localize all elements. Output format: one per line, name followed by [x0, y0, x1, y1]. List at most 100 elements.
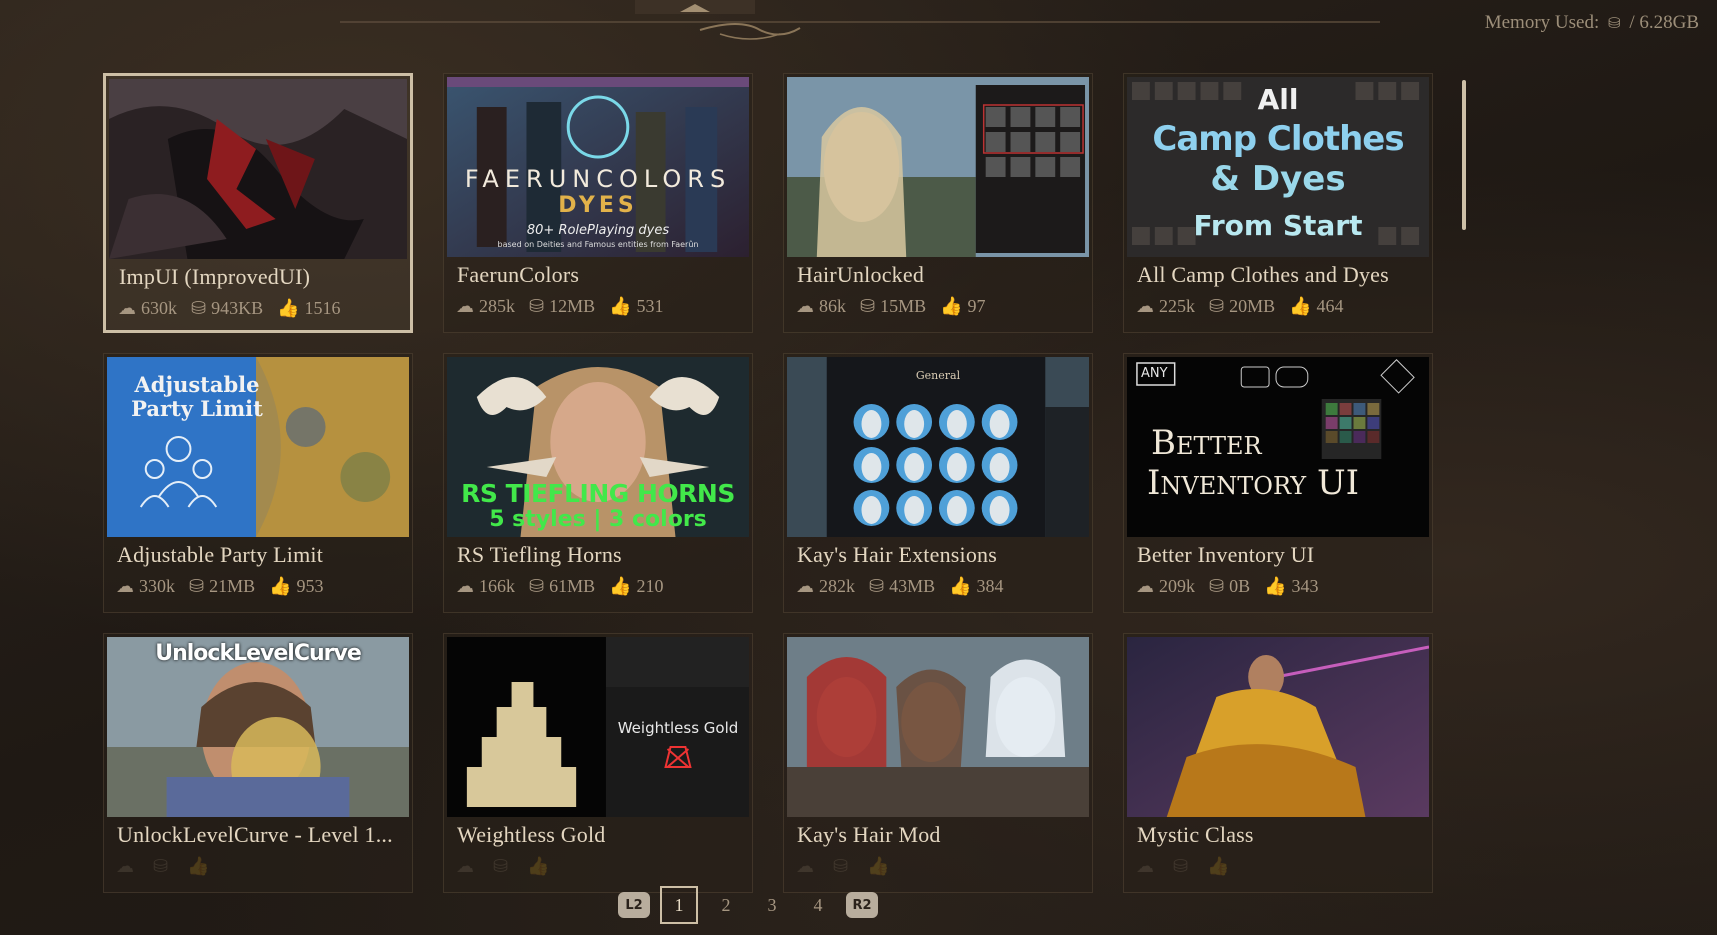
mod-thumbnail: General [787, 357, 1089, 537]
database-icon: ⛁ [1607, 16, 1621, 32]
memory-label: Memory Used: [1484, 12, 1600, 33]
download-icon: ☁ [118, 298, 136, 318]
mod-card[interactable]: ImpUI (ImprovedUI) ☁ 630k ⛁ 943KB 👍 1516 [103, 73, 413, 333]
file-size: 21MB [209, 576, 256, 596]
mod-card[interactable]: Kay's Hair Mod ☁ ⛁ 👍 [783, 633, 1093, 893]
thumbs-up-icon: 👍 [609, 296, 632, 316]
mod-card[interactable]: HairUnlocked ☁ 86k ⛁ 15MB 👍 97 [783, 73, 1093, 333]
download-icon: ☁ [456, 856, 474, 876]
memory-value: / 6.28GB [1629, 12, 1699, 33]
mod-title: All Camp Clothes and Dyes [1137, 262, 1389, 287]
download-icon: ☁ [456, 576, 474, 596]
mod-title: Kay's Hair Mod [797, 822, 941, 847]
download-icon: ☁ [116, 856, 134, 876]
thumbs-up-icon: 👍 [1207, 856, 1230, 876]
mod-title: Better Inventory UI [1137, 542, 1315, 567]
mod-thumbnail [787, 637, 1089, 817]
prev-page-button[interactable]: L2 [618, 892, 650, 918]
like-count: 464 [1316, 296, 1344, 316]
thumb-text: 5 styles | 3 colors [489, 507, 707, 532]
download-icon: ☁ [1136, 856, 1154, 876]
mod-thumbnail: RS TIEFLING HORNS 5 styles | 3 colors [447, 357, 749, 537]
file-size: 0B [1229, 576, 1251, 596]
thumbs-up-icon: 👍 [1289, 296, 1312, 316]
mod-card[interactable]: Mystic Class ☁ ⛁ 👍 [1123, 633, 1433, 893]
like-count: 343 [1291, 576, 1319, 596]
file-size: 15MB [880, 296, 927, 316]
thumb-text: 80+ RolePlaying dyes [526, 223, 670, 238]
thumb-text: Inventory UI [1147, 463, 1360, 503]
mod-title: Weightless Gold [457, 822, 606, 847]
scrollbar-thumb[interactable] [1462, 80, 1466, 230]
thumbs-up-icon: 👍 [187, 856, 210, 876]
size-icon: ⛁ [1209, 576, 1225, 596]
mod-stats: ☁ 330k ⛁ 21MB 👍 953 [116, 576, 324, 597]
download-count: 166k [479, 576, 515, 596]
download-count: 282k [819, 576, 855, 596]
mod-stats: ☁ ⛁ 👍 [116, 856, 215, 877]
like-count: 97 [967, 296, 986, 316]
mod-thumbnail: ANY Better Inventory UI [1127, 357, 1429, 537]
mod-title: FaerunColors [457, 262, 580, 287]
download-count: 86k [819, 296, 846, 316]
thumb-text: Adjustable Party Limit [127, 373, 267, 421]
size-icon: ⛁ [529, 296, 545, 316]
mod-title: HairUnlocked [797, 262, 925, 287]
mod-card[interactable]: UnlockLevelCurve UnlockLevelCurve - Leve… [103, 633, 413, 893]
mod-grid: ImpUI (ImprovedUI) ☁ 630k ⛁ 943KB 👍 1516 FA… [103, 73, 1433, 893]
mod-title: ImpUI (ImprovedUI) [119, 264, 311, 289]
file-size: 20MB [1229, 296, 1276, 316]
mod-card[interactable]: All Camp Clothes & Dyes From Start All C… [1123, 73, 1433, 333]
mod-card[interactable]: RS TIEFLING HORNS 5 styles | 3 colors RS… [443, 353, 753, 613]
mod-card[interactable]: FAERUNCOLORS DYES 80+ RolePlaying dyes b… [443, 73, 753, 333]
next-page-button[interactable]: R2 [846, 892, 878, 918]
thumb-text: FAERUNCOLORS [464, 165, 732, 193]
page-button-1[interactable]: 1 [660, 886, 698, 924]
mod-card[interactable]: General Kay's Hair Extensions ☁ 282k ⛁ 43M… [783, 353, 1093, 613]
download-icon: ☁ [796, 576, 814, 596]
mod-stats: ☁ 225k ⛁ 20MB 👍 464 [1136, 296, 1344, 317]
thumbs-up-icon: 👍 [949, 576, 972, 596]
mod-thumbnail: UnlockLevelCurve [107, 637, 409, 817]
mod-thumbnail [109, 79, 407, 259]
thumb-text: From Start [1193, 209, 1363, 242]
download-icon: ☁ [116, 576, 134, 596]
like-count: 210 [636, 576, 664, 596]
size-icon: ⛁ [529, 576, 545, 596]
thumbs-up-icon: 👍 [527, 856, 550, 876]
size-icon: ⛁ [1209, 296, 1225, 316]
size-icon: ⛁ [1173, 856, 1189, 876]
like-count: 384 [976, 576, 1004, 596]
mod-thumbnail: All Camp Clothes & Dyes From Start [1127, 77, 1429, 257]
like-count: 531 [636, 296, 664, 316]
thumb-text: ANY [1141, 366, 1168, 381]
download-count: 330k [139, 576, 175, 596]
mod-card[interactable]: ANY Better Inventory UI Better Inventory… [1123, 353, 1433, 613]
size-icon: ⛁ [153, 856, 169, 876]
like-count: 1516 [304, 298, 341, 318]
thumb-text: Camp Clothes [1152, 119, 1404, 159]
download-icon: ☁ [1136, 576, 1154, 596]
mod-thumbnail: FAERUNCOLORS DYES 80+ RolePlaying dyes b… [447, 77, 749, 257]
mod-card[interactable]: Adjustable Party Limit Adjustable Party … [103, 353, 413, 613]
thumb-text-line: Party Limit [131, 396, 263, 421]
thumbs-up-icon: 👍 [269, 576, 292, 596]
thumb-text: General [915, 369, 961, 382]
thumb-text: & Dyes [1210, 159, 1346, 199]
download-count: 225k [1159, 296, 1195, 316]
download-count: 285k [479, 296, 515, 316]
page-button-4[interactable]: 4 [800, 887, 836, 923]
mod-stats: ☁ 86k ⛁ 15MB 👍 97 [796, 296, 986, 317]
page-button-2[interactable]: 2 [708, 887, 744, 923]
thumbs-up-icon: 👍 [940, 296, 963, 316]
mod-title: UnlockLevelCurve - Level 1... [117, 822, 393, 847]
mod-stats: ☁ ⛁ 👍 [1136, 856, 1235, 877]
download-icon: ☁ [456, 296, 474, 316]
size-icon: ⛁ [189, 576, 205, 596]
file-size: 943KB [211, 298, 264, 318]
mod-thumbnail: Weightless Gold [447, 637, 749, 817]
mod-card[interactable]: Weightless Gold Weightless Gold ☁ ⛁ 👍 [443, 633, 753, 893]
size-icon: ⛁ [860, 296, 876, 316]
thumbs-up-icon: 👍 [609, 576, 632, 596]
page-button-3[interactable]: 3 [754, 887, 790, 923]
